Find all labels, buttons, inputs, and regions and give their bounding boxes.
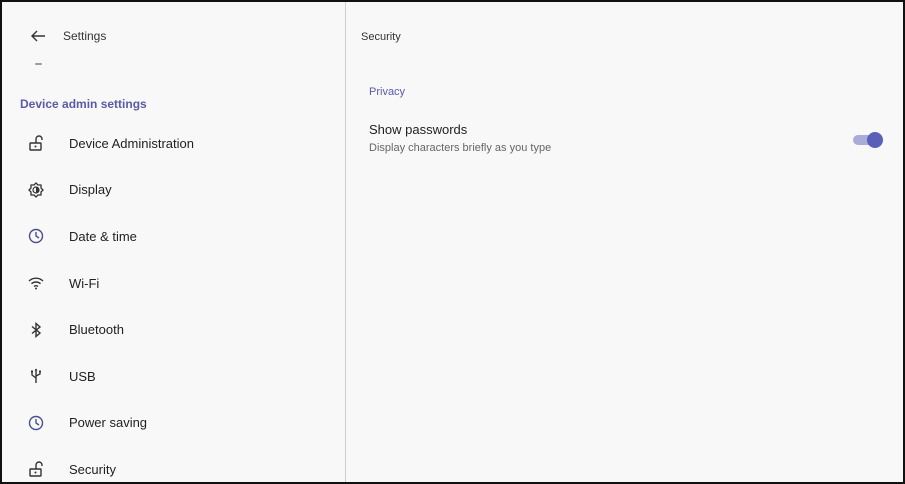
usb-icon xyxy=(28,368,44,384)
page-title: Security xyxy=(361,31,401,43)
category-title: Privacy xyxy=(369,86,406,98)
sidebar-menu: Device Administration Display Date & tim… xyxy=(2,120,345,482)
bluetooth-icon xyxy=(28,321,44,338)
preference-title: Show passwords xyxy=(369,122,468,137)
sidebar-item-bluetooth[interactable]: Bluetooth xyxy=(2,306,345,353)
sidebar-item-label: Date & time xyxy=(69,228,137,244)
clock-icon xyxy=(28,415,44,431)
sidebar-item-power-saving[interactable]: Power saving xyxy=(2,400,345,447)
preference-summary: Display characters briefly as you type xyxy=(369,142,552,154)
toggle-thumb xyxy=(867,132,883,148)
scroll-indicator xyxy=(35,63,42,65)
back-button[interactable] xyxy=(28,26,48,46)
show-passwords-toggle[interactable] xyxy=(853,132,883,148)
sidebar-item-wifi[interactable]: Wi-Fi xyxy=(2,260,345,307)
sidebar-item-label: Security xyxy=(69,461,116,477)
sidebar-item-label: Power saving xyxy=(69,415,148,431)
header-title: Settings xyxy=(63,29,107,43)
wifi-icon xyxy=(28,275,44,291)
section-title: Device admin settings xyxy=(20,97,147,111)
unlock-icon xyxy=(28,461,44,478)
arrow-left-icon xyxy=(31,30,45,42)
sidebar-item-label: USB xyxy=(69,368,96,384)
sidebar-item-usb[interactable]: USB xyxy=(2,353,345,400)
show-passwords-preference[interactable]: Show passwords Display characters briefl… xyxy=(346,114,903,162)
sidebar-item-label: Bluetooth xyxy=(69,322,124,338)
settings-sidebar: Settings Device admin settings Device Ad… xyxy=(2,2,346,482)
unlock-icon xyxy=(28,135,44,151)
sidebar-header: Settings xyxy=(2,2,345,60)
sidebar-item-label: Display xyxy=(69,182,112,198)
sidebar-item-security[interactable]: Security xyxy=(2,446,345,482)
brightness-icon xyxy=(28,181,44,198)
clock-icon xyxy=(28,228,44,244)
sidebar-item-label: Wi-Fi xyxy=(69,275,100,291)
sidebar-item-label: Device Administration xyxy=(69,135,194,151)
settings-window: Settings Device admin settings Device Ad… xyxy=(0,0,905,484)
sidebar-item-display[interactable]: Display xyxy=(2,167,345,214)
sidebar-item-device-administration[interactable]: Device Administration xyxy=(2,120,345,167)
security-detail-pane: Security Privacy Show passwords Display … xyxy=(346,2,903,482)
sidebar-item-date-time[interactable]: Date & time xyxy=(2,213,345,260)
